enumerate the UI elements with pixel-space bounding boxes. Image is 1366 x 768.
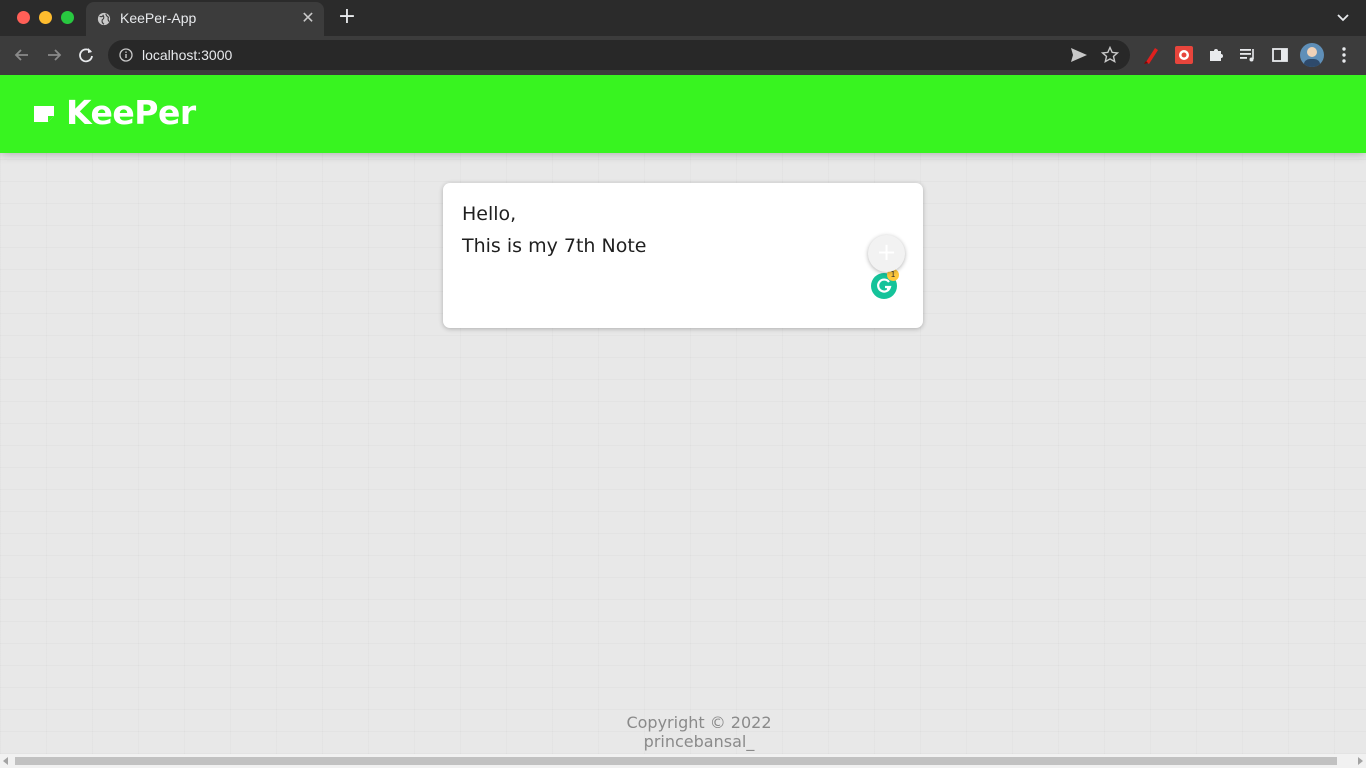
red-extension-icon[interactable] — [1174, 45, 1194, 65]
tab-close-button[interactable]: ✕ — [300, 10, 316, 26]
new-tab-button[interactable]: + — [337, 6, 357, 28]
menu-icon[interactable] — [1336, 45, 1352, 65]
note-content-line[interactable]: Hello, — [462, 203, 516, 225]
footer: Copyright © 2022 princebansal_ — [0, 713, 1366, 751]
scroll-right-arrow[interactable] — [1358, 757, 1363, 765]
browser-toolbar: localhost:3000 — [0, 36, 1366, 75]
note-icon — [34, 106, 54, 122]
media-queue-icon[interactable] — [1238, 45, 1258, 65]
info-icon[interactable] — [119, 48, 133, 62]
create-note-card[interactable]: Hello, This is my 7th Note 1 — [443, 183, 923, 328]
pen-icon[interactable] — [1142, 45, 1162, 65]
address-bar[interactable]: localhost:3000 — [108, 40, 1130, 70]
globe-icon — [97, 12, 111, 26]
author-text: princebansal_ — [643, 732, 755, 751]
app-title: KeePer — [66, 93, 196, 132]
chevron-down-icon[interactable] — [1336, 11, 1350, 25]
scrollbar-thumb[interactable] — [15, 757, 1337, 765]
tab-title: KeePer-App — [120, 10, 197, 26]
minimize-window-button[interactable] — [39, 11, 52, 24]
maximize-window-button[interactable] — [61, 11, 74, 24]
add-note-button[interactable]: + — [868, 235, 905, 272]
browser-tab[interactable]: KeePer-App ✕ — [86, 2, 324, 36]
side-panel-icon[interactable] — [1270, 45, 1290, 65]
note-content-line[interactable]: This is my 7th Note — [462, 235, 646, 257]
bookmark-star-icon[interactable] — [1101, 46, 1119, 64]
close-window-button[interactable] — [17, 11, 30, 24]
back-arrow-icon[interactable] — [11, 44, 33, 66]
horizontal-scrollbar[interactable] — [0, 754, 1366, 768]
reload-icon[interactable] — [75, 44, 97, 66]
send-icon[interactable] — [1070, 47, 1088, 63]
url-text[interactable]: localhost:3000 — [142, 47, 232, 63]
profile-avatar[interactable] — [1300, 43, 1324, 67]
puzzle-icon[interactable] — [1206, 45, 1226, 65]
tab-strip: KeePer-App ✕ + — [0, 0, 1366, 36]
page-viewport: KeePer Hello, This is my 7th Note 1 Copy… — [0, 75, 1366, 754]
grammarly-button[interactable]: 1 — [871, 269, 899, 299]
copyright-text: Copyright © 2022 — [626, 713, 772, 732]
app-header: KeePer — [0, 75, 1366, 153]
scroll-left-arrow[interactable] — [3, 757, 8, 765]
forward-arrow-icon[interactable] — [43, 44, 65, 66]
